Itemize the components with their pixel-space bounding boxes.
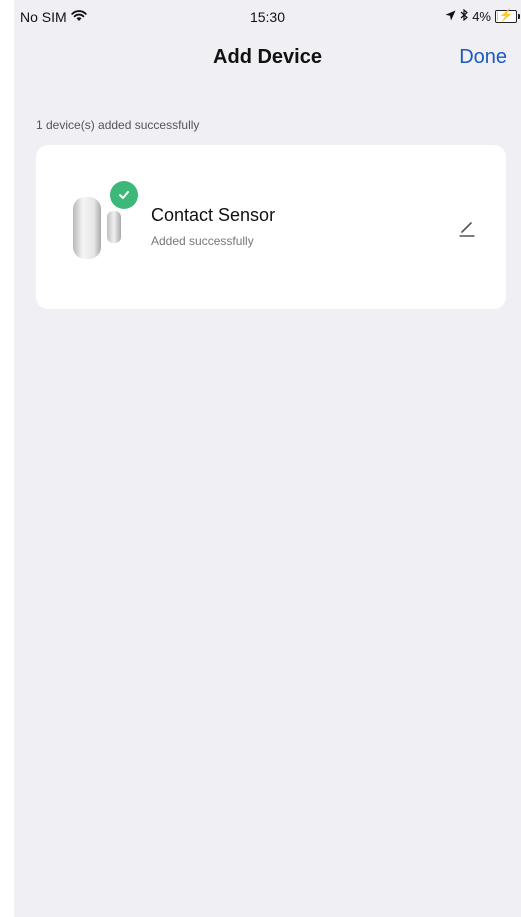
status-right: 4% ⚡ [445,8,520,24]
added-summary-label: 1 device(s) added successfully [36,118,200,132]
page-title: Add Device [213,46,322,68]
device-status: Added successfully [151,234,254,248]
device-card[interactable]: Contact Sensor Added successfully [36,145,506,309]
app-screen: No SIM 15:30 4% ⚡ Add Device Done 1 devi… [14,0,521,917]
nav-bar: Add Device Done [14,38,521,82]
location-arrow-icon [445,9,456,24]
check-icon [110,181,138,209]
battery-percent: 4% [472,9,491,24]
battery-charging-icon: ⚡ [495,8,520,23]
status-bar: No SIM 15:30 4% ⚡ [14,0,521,36]
device-name: Contact Sensor [151,205,276,225]
bluetooth-icon [460,8,469,24]
done-button[interactable]: Done [459,46,507,69]
edit-icon[interactable] [456,217,478,239]
